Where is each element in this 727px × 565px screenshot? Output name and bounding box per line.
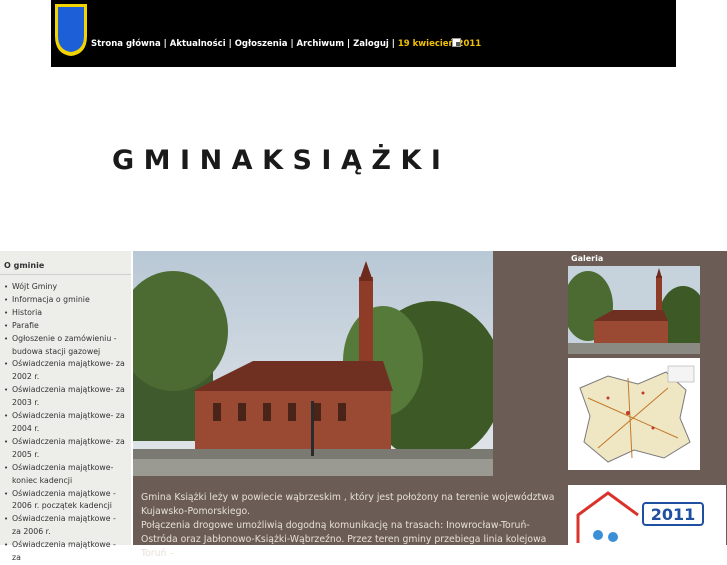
sidebar-item-declarations-2006[interactable]: Oświadczenia majątkowe - za 2006 r. — [4, 513, 131, 539]
sidebar-item-declarations-2005[interactable]: Oświadczenia majątkowe- za 2005 r. — [4, 436, 131, 462]
church-photo — [133, 251, 493, 476]
sidebar-item-history[interactable]: Historia — [4, 307, 131, 320]
nav-separator: | — [347, 39, 351, 49]
sidebar-item-info[interactable]: Informacja o gminie — [4, 294, 131, 307]
sidebar-heading: O gminie — [0, 251, 131, 275]
nav-separator: | — [163, 39, 167, 49]
sidebar-item-declarations-more[interactable]: Oświadczenia majątkowe - za — [4, 539, 131, 565]
coat-of-arms-logo[interactable] — [53, 2, 89, 58]
sidebar-item-declarations-2006-start[interactable]: Oświadczenia majątkowe - 2006 r. począte… — [4, 488, 131, 514]
nav-announcements[interactable]: Ogłoszenia — [235, 39, 288, 49]
main-content: Gmina Książki leży w powiecie wąbrzeskim… — [133, 251, 566, 559]
sidebar-item-declarations-term-end[interactable]: Oświadczenia majątkowe- koniec kadencji — [4, 462, 131, 488]
sidebar-item-declarations-2004[interactable]: Oświadczenia majątkowe- za 2004 r. — [4, 410, 131, 436]
nav-home[interactable]: Strona główna — [91, 39, 161, 49]
print-icon[interactable] — [452, 38, 461, 47]
banner-year: 2011 — [651, 505, 696, 524]
intro-paragraph-2: Połączenia drogowe umożliwią dogodną kom… — [141, 520, 547, 559]
sidebar-item-declarations-2003[interactable]: Oświadczenia majątkowe- za 2003 r. — [4, 384, 131, 410]
sidebar-item-parishes[interactable]: Parafie — [4, 320, 131, 333]
sidebar-item-declarations-2002[interactable]: Oświadczenia majątkowe- za 2002 r. — [4, 358, 131, 384]
anniversary-banner[interactable]: 2011 — [568, 485, 726, 545]
site-title: GMINAKSIĄŻKI — [112, 145, 451, 176]
intro-text: Gmina Książki leży w powiecie wąbrzeskim… — [141, 491, 561, 561]
gallery-panel: Galeria 2011 — [566, 251, 727, 545]
current-date: 19 kwiecień 2011 — [397, 39, 482, 49]
sidebar-item-tender-notice[interactable]: Ogłoszenie o zamówieniu - budowa stacji … — [4, 333, 131, 359]
nav-separator: | — [391, 39, 395, 49]
nav-archive[interactable]: Archiwum — [297, 39, 345, 49]
nav-separator: | — [228, 39, 232, 49]
intro-paragraph-1: Gmina Książki leży w powiecie wąbrzeskim… — [141, 492, 555, 517]
nav-separator: | — [290, 39, 294, 49]
gallery-thumbnail-map[interactable] — [568, 358, 700, 470]
gallery-thumbnail-church[interactable] — [568, 266, 700, 354]
gallery-heading: Galeria — [571, 254, 604, 263]
nav-news[interactable]: Aktualności — [170, 39, 226, 49]
top-bar: Strona główna | Aktualności | Ogłoszenia… — [51, 0, 676, 67]
nav-login[interactable]: Zaloguj — [353, 39, 389, 49]
main-nav: Strona główna | Aktualności | Ogłoszenia… — [91, 39, 481, 49]
sidebar: O gminie Wójt Gminy Informacja o gminie … — [0, 251, 131, 562]
sidebar-item-mayor[interactable]: Wójt Gminy — [4, 281, 131, 294]
sidebar-menu: Wójt Gminy Informacja o gminie Historia … — [0, 275, 131, 565]
